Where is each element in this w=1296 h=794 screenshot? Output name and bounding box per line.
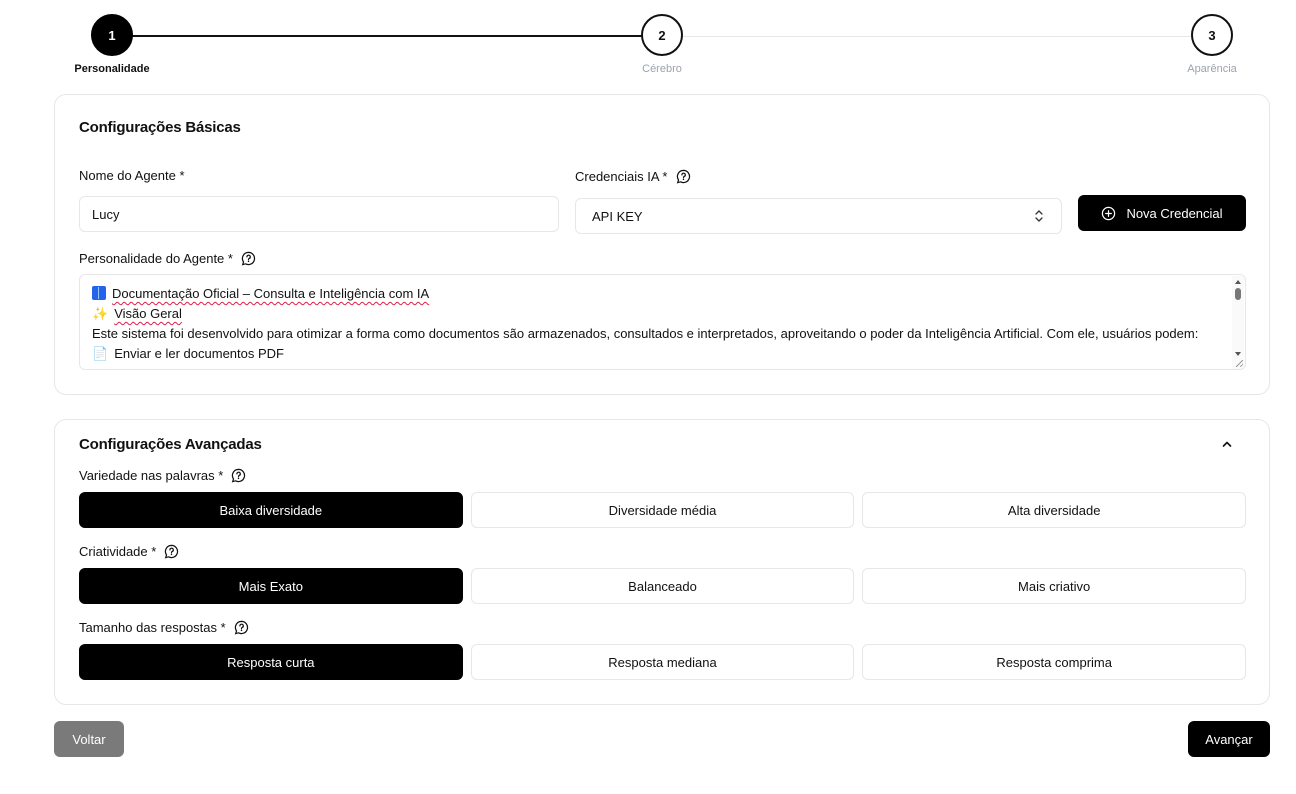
personality-line-2: Visão Geral [114,306,182,321]
document-icon: 📄 [92,346,109,361]
option-more-creative[interactable]: Mais criativo [862,568,1247,604]
step-connector-pending [682,36,1192,37]
help-icon[interactable] [241,251,256,266]
option-medium-diversity[interactable]: Diversidade média [470,492,855,528]
advanced-settings-card: Configurações Avançadas Variedade nas pa… [54,419,1270,705]
step-3-label: Aparência [1187,63,1237,75]
help-icon[interactable] [164,544,179,559]
stepper: 1 Personalidade 2 Cérebro 3 Aparência [0,0,1296,90]
step-3-circle[interactable]: 3 [1191,14,1233,56]
scroll-thumb[interactable] [1235,288,1241,300]
response-size-options: Resposta curta Resposta mediana Resposta… [79,644,1247,680]
creativity-label: Criatividade * [79,544,179,559]
help-icon[interactable] [234,620,249,635]
creativity-options: Mais Exato Balanceado Mais criativo [79,568,1247,604]
new-credential-button[interactable]: Nova Credencial [1078,195,1246,231]
textarea-scrollbar[interactable] [1232,276,1244,369]
basic-settings-card: Configurações Básicas Nome do Agente * L… [54,94,1270,395]
step-2-label: Cérebro [642,63,682,75]
personality-label: Personalidade do Agente * [79,251,256,266]
agent-name-input[interactable]: Lucy [79,196,559,232]
chevron-up-icon[interactable] [1221,438,1233,450]
personality-line-3: Este sistema foi desenvolvido para otimi… [92,326,1199,341]
advanced-settings-title: Configurações Avançadas [79,436,262,453]
agent-name-label: Nome do Agente * [79,168,185,183]
option-more-exact[interactable]: Mais Exato [79,568,463,604]
credentials-select[interactable]: API KEY [575,198,1062,234]
chevron-up-down-icon [1035,210,1043,222]
step-connector-completed [132,35,642,37]
help-icon[interactable] [676,169,691,184]
word-variety-label: Variedade nas palavras * [79,468,246,483]
response-size-label-text: Tamanho das respostas * [79,620,226,635]
agent-name-label-text: Nome do Agente * [79,168,185,183]
basic-settings-title: Configurações Básicas [79,119,241,136]
option-balanced[interactable]: Balanceado [470,568,855,604]
personality-line-4: Enviar e ler documentos PDF [114,346,284,361]
plus-circle-icon [1102,206,1116,220]
agent-name-value: Lucy [92,206,120,222]
sparkles-icon: ✨ [92,306,109,321]
personality-textarea[interactable]: Documentação Oficial – Consulta e Inteli… [79,274,1246,370]
response-size-label: Tamanho das respostas * [79,620,249,635]
option-low-diversity[interactable]: Baixa diversidade [79,492,463,528]
option-medium-response[interactable]: Resposta mediana [470,644,855,680]
word-variety-options: Baixa diversidade Diversidade média Alta… [79,492,1247,528]
book-icon [92,286,106,300]
next-button[interactable]: Avançar [1188,721,1270,757]
option-long-response[interactable]: Resposta comprima [862,644,1247,680]
scroll-up-arrow-icon[interactable] [1235,280,1241,284]
resize-handle-icon[interactable] [1236,360,1243,367]
scroll-down-arrow-icon[interactable] [1235,352,1241,356]
personality-text: Documentação Oficial – Consulta e Inteli… [92,284,1219,364]
step-2-circle[interactable]: 2 [641,14,683,56]
credentials-label-text: Credenciais IA * [575,169,668,184]
back-button[interactable]: Voltar [54,721,124,757]
personality-label-text: Personalidade do Agente * [79,251,233,266]
help-icon[interactable] [231,468,246,483]
new-credential-label: Nova Credencial [1126,205,1223,221]
creativity-label-text: Criatividade * [79,544,157,559]
option-high-diversity[interactable]: Alta diversidade [862,492,1247,528]
personality-line-1: Documentação Oficial – Consulta e Inteli… [112,286,430,301]
credentials-select-value: API KEY [592,208,643,224]
step-1-circle[interactable]: 1 [91,14,133,56]
word-variety-label-text: Variedade nas palavras * [79,468,224,483]
step-1-label: Personalidade [74,63,150,75]
option-short-response[interactable]: Resposta curta [79,644,463,680]
credentials-label: Credenciais IA * [575,169,691,184]
